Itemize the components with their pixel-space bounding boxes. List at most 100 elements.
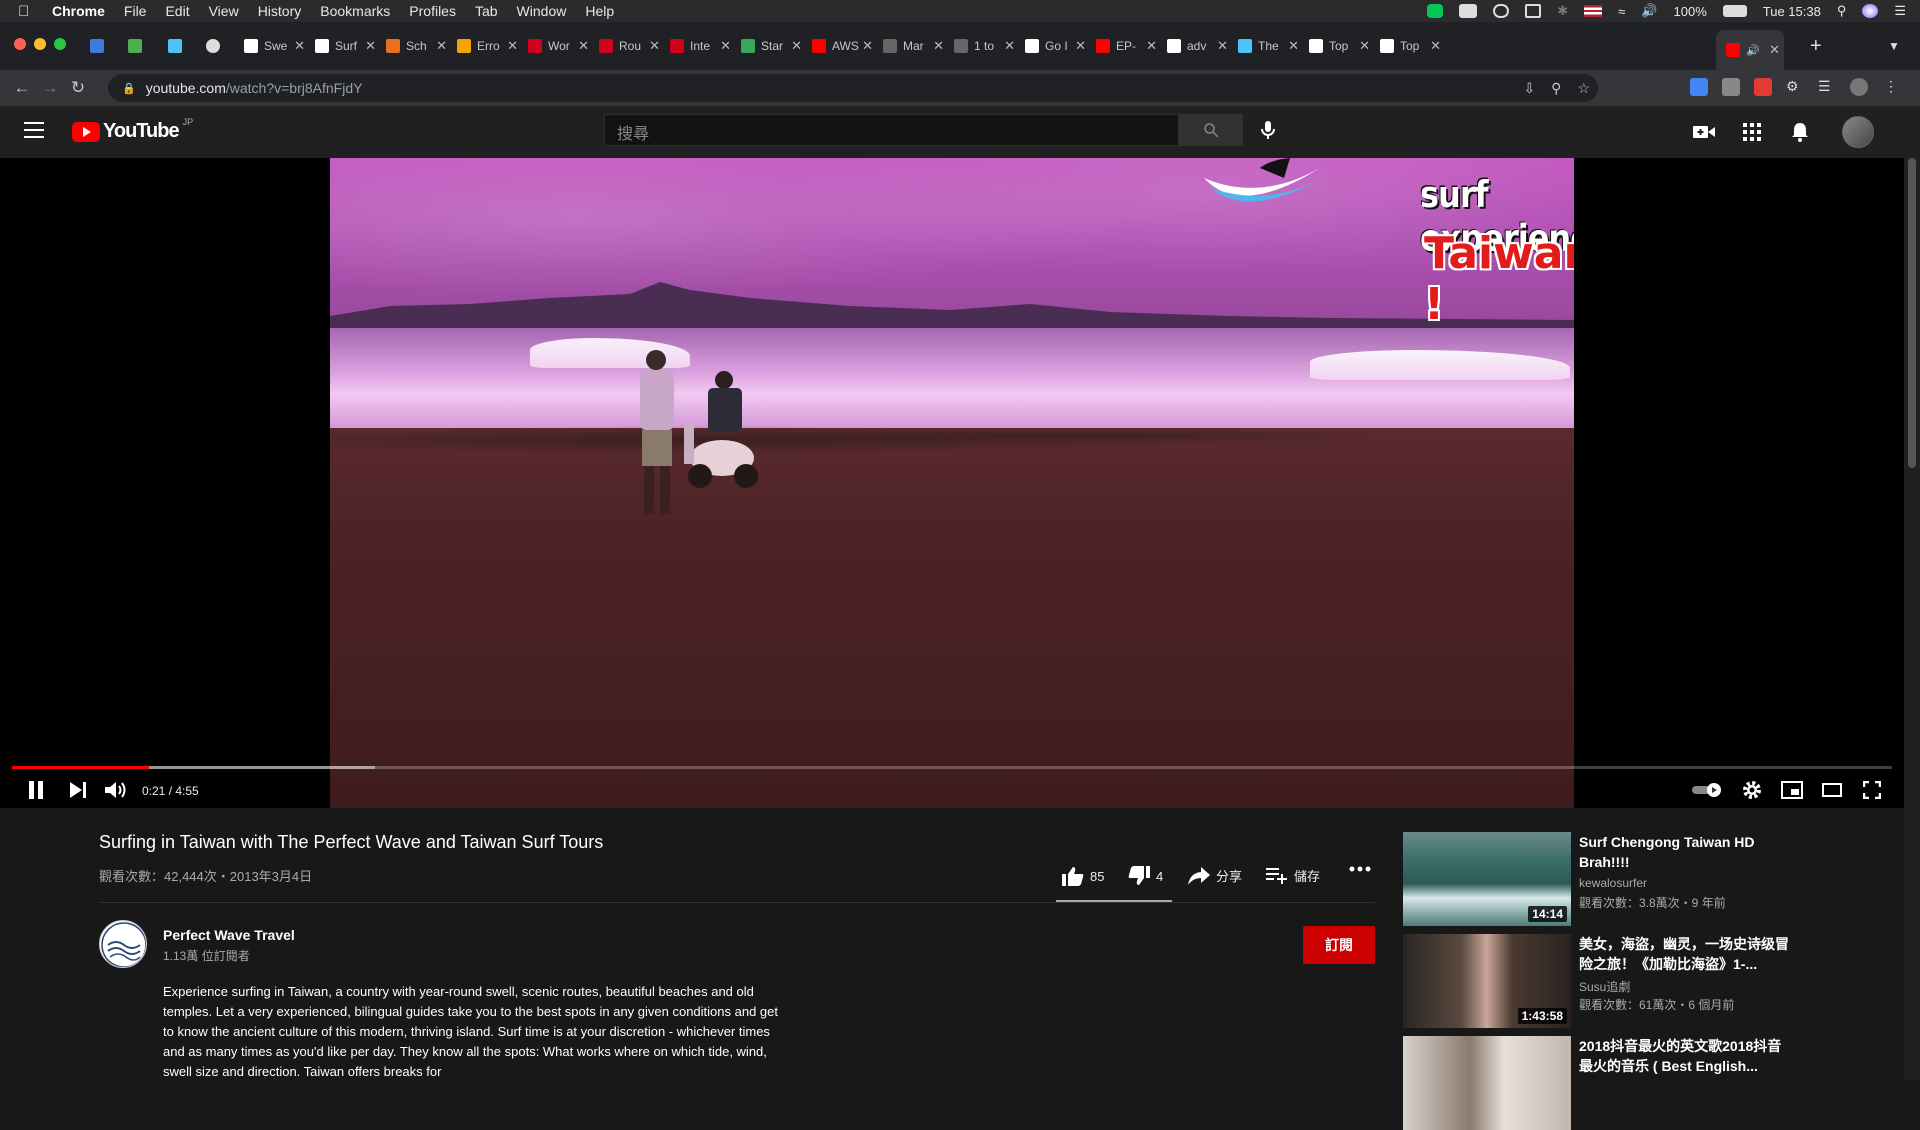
spotlight-icon[interactable]: ⚲ (1837, 3, 1847, 19)
fullscreen-button[interactable] (1860, 778, 1884, 802)
progress-bar[interactable] (12, 766, 1892, 769)
youtube-extension-icon[interactable] (1754, 78, 1772, 96)
share-button[interactable]: 分享 (1188, 866, 1242, 885)
recommendation-channel[interactable]: Susu追劇 (1579, 978, 1630, 995)
menu-help[interactable]: Help (585, 3, 614, 19)
extension-icon[interactable] (1722, 78, 1740, 96)
audio-playing-icon[interactable]: 🔊 (1746, 44, 1760, 57)
recommendation-item[interactable]: 1:43:58 美女，海盜，幽灵，一场史诗级冒险之旅！《加勒比海盜》1-... … (1403, 934, 1803, 1028)
apps-button[interactable] (1740, 120, 1764, 144)
theater-mode-button[interactable] (1820, 778, 1844, 802)
browser-tab[interactable]: Go I ✕ (1025, 34, 1090, 58)
browser-tab[interactable]: Inte ✕ (670, 34, 735, 58)
pause-button[interactable] (24, 778, 48, 802)
browser-tab[interactable]: Top ✕ (1380, 34, 1445, 58)
page-scrollbar[interactable] (1904, 158, 1920, 1080)
forward-button[interactable]: → (36, 78, 64, 98)
back-button[interactable]: ← (8, 78, 36, 98)
tab-close-button[interactable]: ✕ (1075, 38, 1090, 54)
reload-button[interactable]: ↻ (64, 78, 92, 98)
recommendation-thumbnail[interactable]: 14:14 (1403, 832, 1571, 926)
browser-tab[interactable]: Erro ✕ (457, 34, 522, 58)
apple-menu-icon[interactable]:  (18, 3, 38, 20)
tab-close-button[interactable]: ✕ (1359, 38, 1374, 54)
guide-menu-icon[interactable] (24, 122, 44, 138)
chrome-menu-icon[interactable]: ⋮ (1882, 78, 1900, 96)
browser-tab[interactable]: Sch ✕ (386, 34, 451, 58)
recommendation-title[interactable]: 美女，海盜，幽灵，一场史诗级冒险之旅！《加勒比海盜》1-... (1579, 934, 1789, 974)
tab-close-button[interactable]: ✕ (720, 38, 735, 54)
like-button[interactable]: 85 (1062, 866, 1104, 886)
menu-edit[interactable]: Edit (165, 3, 189, 19)
settings-button[interactable] (1740, 778, 1764, 802)
recommendation-thumbnail[interactable]: 1:43:58 (1403, 934, 1571, 1028)
voice-search-button[interactable] (1256, 118, 1280, 142)
tab-search-button[interactable]: ▼ (1888, 34, 1908, 58)
menu-file[interactable]: File (124, 3, 147, 19)
tab-close-button[interactable]: ✕ (1288, 38, 1303, 54)
next-button[interactable] (66, 778, 90, 802)
search-input[interactable]: 搜尋 (604, 114, 1179, 146)
channel-avatar[interactable] (99, 920, 147, 968)
tab-close-button[interactable]: ✕ (1430, 38, 1445, 54)
pinned-tab-openai[interactable] (206, 34, 226, 58)
volume-icon[interactable]: 🔊 (1641, 3, 1657, 19)
dislike-button[interactable]: 4 (1128, 866, 1163, 886)
docker-icon[interactable] (1459, 4, 1478, 18)
search-button[interactable] (1179, 114, 1243, 146)
pinned-tab-docs[interactable] (168, 34, 188, 58)
new-tab-button[interactable]: + (1810, 34, 1830, 58)
tab-close-button[interactable]: ✕ (365, 38, 380, 54)
tab-close-button[interactable]: ✕ (436, 38, 451, 54)
install-app-icon[interactable]: ⇩ (1523, 80, 1535, 97)
recommendation-thumbnail[interactable] (1403, 1036, 1571, 1130)
bluetooth-icon[interactable]: ✱ (1557, 3, 1568, 19)
browser-tab[interactable]: The ✕ (1238, 34, 1303, 58)
save-button[interactable]: 儲存 (1266, 866, 1320, 885)
translate-extension-icon[interactable] (1690, 78, 1708, 96)
menu-bookmarks[interactable]: Bookmarks (320, 3, 390, 19)
video-player[interactable]: surf experience Taiwan ! 0:21 / 4:55 (0, 158, 1904, 808)
browser-tab[interactable]: Mar ✕ (883, 34, 948, 58)
menu-tab[interactable]: Tab (475, 3, 498, 19)
scrollbar-thumb[interactable] (1908, 158, 1916, 468)
zoom-icon[interactable]: ⚲ (1551, 80, 1561, 97)
minimize-window-button[interactable] (34, 38, 46, 50)
browser-tab[interactable]: AWS ✕ (812, 34, 877, 58)
battery-icon[interactable] (1722, 5, 1747, 17)
tab-close-button[interactable]: ✕ (862, 38, 877, 54)
tab-close-button[interactable]: ✕ (507, 38, 522, 54)
channel-name[interactable]: Perfect Wave Travel (163, 927, 295, 943)
tab-close-button[interactable]: ✕ (649, 38, 664, 54)
pinned-tab-green[interactable] (128, 34, 148, 58)
menubar-clock[interactable]: Tue 15:38 (1763, 4, 1821, 19)
recommendation-channel[interactable]: kewalosurfer (1579, 876, 1647, 890)
more-actions-button[interactable] (1349, 866, 1371, 872)
tab-close-button[interactable]: ✕ (1217, 38, 1232, 54)
browser-tab[interactable]: Star ✕ (741, 34, 806, 58)
siri-icon[interactable] (1862, 4, 1879, 18)
us-flag-icon[interactable] (1584, 5, 1603, 17)
tab-close-button[interactable]: ✕ (791, 38, 806, 54)
tab-close-button[interactable]: ✕ (1769, 42, 1784, 58)
miniplayer-button[interactable] (1780, 778, 1804, 802)
recommendation-item[interactable]: 2018抖音最火的英文歌2018抖音最火的音乐 ( Best English..… (1403, 1036, 1803, 1130)
wifi-icon[interactable]: ≈ (1618, 4, 1625, 19)
subscribe-button[interactable]: 訂閱 (1303, 926, 1375, 964)
tab-close-button[interactable]: ✕ (1146, 38, 1161, 54)
pinned-tab-sheets[interactable] (90, 34, 110, 58)
lock-icon[interactable]: 🔒 (122, 82, 136, 95)
recommendation-title[interactable]: 2018抖音最火的英文歌2018抖音最火的音乐 ( Best English..… (1579, 1036, 1789, 1076)
profile-avatar-icon[interactable] (1850, 78, 1868, 96)
browser-tab[interactable]: Top ✕ (1309, 34, 1374, 58)
bookmark-star-icon[interactable]: ☆ (1577, 80, 1590, 97)
recommendation-title[interactable]: Surf Chengong Taiwan HD Brah!!!! (1579, 832, 1789, 872)
menu-view[interactable]: View (209, 3, 239, 19)
menu-history[interactable]: History (258, 3, 302, 19)
menu-chrome[interactable]: Chrome (52, 3, 105, 19)
mute-button[interactable] (104, 778, 128, 802)
account-avatar[interactable] (1842, 116, 1874, 148)
tab-active-youtube[interactable]: 🔊 ✕ (1716, 30, 1784, 70)
browser-tab[interactable]: Surf ✕ (315, 34, 380, 58)
reading-list-icon[interactable]: ☰ (1818, 78, 1836, 96)
